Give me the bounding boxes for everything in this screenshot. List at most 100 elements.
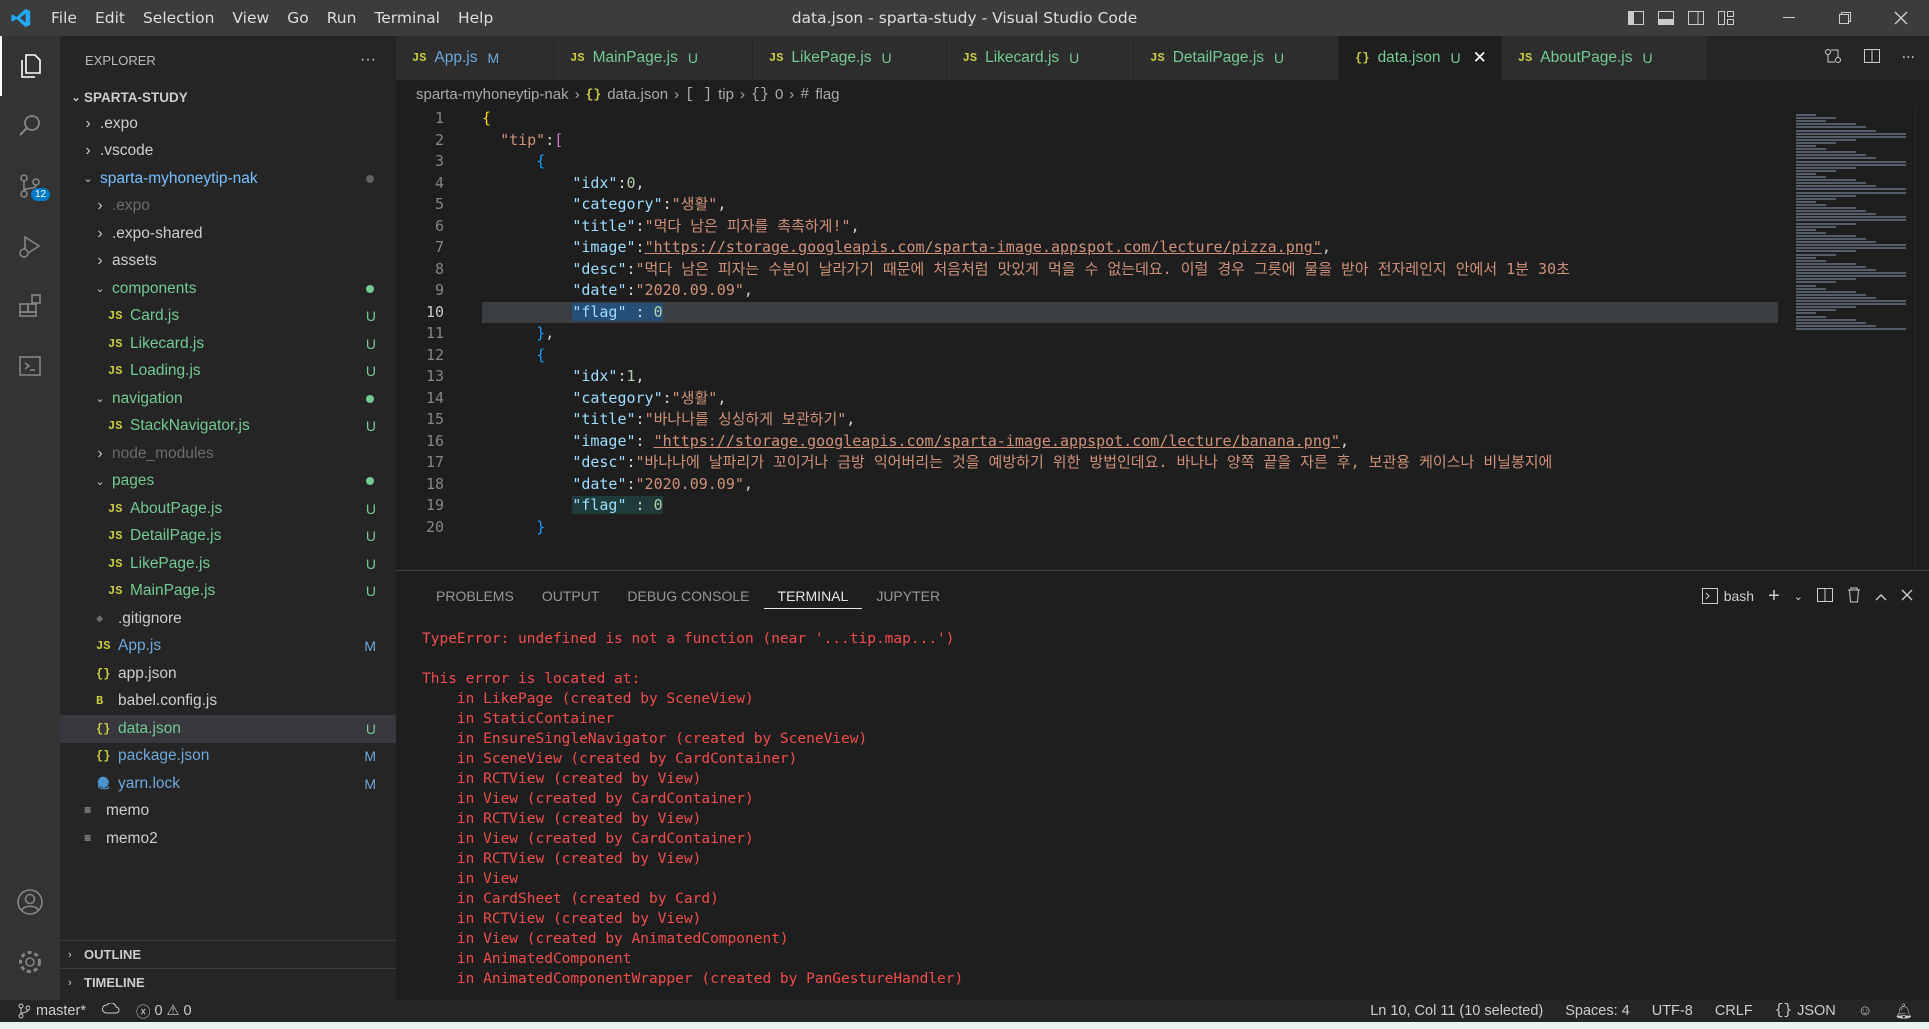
code-editor[interactable]: 1 2 3 4 5 6 7 8 9 10 11 12 13 14 15 16 17 18 19 20 { "tip":… — [396, 108, 1929, 570]
file-item[interactable]: JS LikePage.js U — [60, 550, 396, 578]
trash-icon[interactable] — [1847, 587, 1861, 606]
panel-tab-problems[interactable]: PROBLEMS — [422, 571, 528, 621]
menu-edit[interactable]: Edit — [86, 9, 134, 27]
problems-indicator[interactable]: ⓧ 0 ⚠ 0 — [136, 1001, 192, 1022]
folder-item[interactable]: ⌄ navigation — [60, 385, 396, 413]
file-item[interactable]: ◆ .gitignore — [60, 605, 396, 633]
menu-run[interactable]: Run — [318, 9, 366, 27]
branch-indicator[interactable]: master* — [18, 1003, 86, 1019]
menu-help[interactable]: Help — [449, 9, 502, 27]
maximize-panel-icon[interactable] — [1875, 588, 1887, 604]
editor-tab[interactable]: JS App.js M — [396, 36, 555, 80]
explorer-icon[interactable] — [0, 36, 60, 96]
file-item[interactable]: Bbabel.config.js — [60, 688, 396, 716]
compare-changes-icon[interactable] — [1824, 48, 1842, 68]
file-item[interactable]: JS DetailPage.js U — [60, 523, 396, 551]
editor-tab[interactable]: JS Likecard.js U — [946, 36, 1135, 80]
editor-tab[interactable]: JS LikePage.js U — [753, 36, 947, 80]
more-actions-icon[interactable]: ··· — [1902, 50, 1915, 66]
folder-item[interactable]: › .expo — [60, 193, 396, 221]
menu-go[interactable]: Go — [278, 9, 318, 27]
file-item[interactable]: ≡ memo — [60, 798, 396, 826]
file-item[interactable]: JS AboutPage.js U — [60, 495, 396, 523]
folder-item[interactable]: › .expo — [60, 110, 396, 138]
terminal-output[interactable]: TypeError: undefined is not a function (… — [422, 629, 963, 989]
extensions-icon[interactable] — [0, 276, 60, 336]
file-item[interactable]: JS Loading.js U — [60, 358, 396, 386]
folder-item[interactable]: › .expo-shared — [60, 220, 396, 248]
breadcrumb-file[interactable]: data.json — [607, 86, 668, 103]
remote-explorer-icon[interactable] — [0, 336, 60, 396]
breadcrumb-array[interactable]: tip — [718, 86, 734, 103]
file-item[interactable]: JS Likecard.js U — [60, 330, 396, 358]
new-terminal-icon[interactable]: + — [1768, 585, 1780, 608]
breadcrumb-key[interactable]: flag — [815, 86, 839, 103]
explorer-more-actions[interactable]: ··· — [360, 51, 376, 69]
menu-terminal[interactable]: Terminal — [365, 9, 449, 27]
close-tab-icon[interactable]: ✕ — [1473, 48, 1487, 68]
editor-tab[interactable]: JS DetailPage.js U — [1134, 36, 1340, 80]
panel-tab-debug-console[interactable]: DEBUG CONSOLE — [613, 571, 763, 621]
minimap-line — [1796, 312, 1816, 315]
timeline-section[interactable]: › TIMELINE — [60, 968, 396, 996]
editor-tab[interactable]: {} data.json U ✕ — [1339, 36, 1502, 80]
outline-section[interactable]: › OUTLINE — [60, 940, 396, 968]
file-item[interactable]: {} app.json — [60, 660, 396, 688]
notifications-bell-icon[interactable]: 🔔︎ — [1895, 1003, 1913, 1020]
panel-tab-output[interactable]: OUTPUT — [528, 571, 614, 621]
menu-view[interactable]: View — [223, 9, 278, 27]
menu-selection[interactable]: Selection — [134, 9, 223, 27]
split-editor-icon[interactable] — [1863, 49, 1880, 67]
file-item[interactable]: {} package.json M — [60, 743, 396, 771]
language-mode[interactable]: {} JSON — [1775, 1003, 1836, 1019]
file-item[interactable]: JS StackNavigator.js U — [60, 413, 396, 441]
run-debug-icon[interactable] — [0, 216, 60, 276]
file-item[interactable]: ≡ memo2 — [60, 825, 396, 853]
source-control-icon[interactable]: 12 — [0, 156, 60, 216]
indentation[interactable]: Spaces: 4 — [1565, 1003, 1630, 1019]
folder-item[interactable]: ⌄ sparta-myhoneytip-nak — [60, 165, 396, 193]
file-item[interactable]: JS App.js M — [60, 633, 396, 661]
cursor-position[interactable]: Ln 10, Col 11 (10 selected) — [1370, 1003, 1543, 1019]
file-item[interactable]: JS Card.js U — [60, 303, 396, 331]
editor-scrollbar[interactable] — [1915, 108, 1929, 570]
encoding[interactable]: UTF-8 — [1652, 1003, 1693, 1019]
minimap[interactable] — [1788, 108, 1913, 570]
workspace-root[interactable]: ⌄ SPARTA-STUDY — [60, 84, 396, 110]
folder-item[interactable]: ⌄ pages — [60, 468, 396, 496]
minimize-icon[interactable] — [1761, 0, 1817, 36]
toggle-panel-icon[interactable] — [1651, 0, 1681, 36]
file-item[interactable]: JS MainPage.js U — [60, 578, 396, 606]
code-link[interactable]: "https://storage.googleapis.com/sparta-i… — [645, 238, 1322, 256]
customize-layout-icon[interactable] — [1711, 0, 1741, 36]
panel-tab-terminal[interactable]: TERMINAL — [763, 583, 863, 609]
menu-file[interactable]: File — [42, 9, 86, 27]
toggle-sidebar-icon[interactable] — [1621, 0, 1651, 36]
file-item[interactable]: {} data.json U — [60, 715, 396, 743]
split-terminal-icon[interactable] — [1817, 587, 1833, 605]
breadcrumb-object[interactable]: 0 — [775, 86, 783, 103]
terminal-shell-selector[interactable]: bash — [1701, 588, 1754, 604]
line-ending[interactable]: CRLF — [1715, 1003, 1753, 1019]
code-content[interactable]: { "tip":[ { "idx":0, "category":"생활", "t… — [482, 108, 1778, 538]
settings-gear-icon[interactable] — [0, 932, 60, 992]
folder-item[interactable]: ⌄ components — [60, 275, 396, 303]
search-icon[interactable] — [0, 96, 60, 156]
folder-item[interactable]: › .vscode — [60, 138, 396, 166]
feedback-icon[interactable]: ☺ — [1858, 1003, 1873, 1019]
accounts-icon[interactable] — [0, 872, 60, 932]
restore-icon[interactable] — [1817, 0, 1873, 36]
breadcrumb-folder[interactable]: sparta-myhoneytip-nak — [416, 86, 569, 103]
editor-tab[interactable]: JS MainPage.js U — [554, 36, 753, 80]
folder-item[interactable]: › assets — [60, 248, 396, 276]
code-link[interactable]: "https://storage.googleapis.com/sparta-i… — [654, 432, 1340, 450]
editor-tab[interactable]: JS AboutPage.js U — [1501, 36, 1708, 80]
close-panel-icon[interactable] — [1901, 588, 1913, 604]
sync-icon[interactable] — [101, 1002, 120, 1019]
toggle-secondary-sidebar-icon[interactable] — [1681, 0, 1711, 36]
chevron-down-icon[interactable]: ⌄ — [1794, 590, 1803, 603]
panel-tab-jupyter[interactable]: JUPYTER — [862, 571, 954, 621]
close-window-icon[interactable] — [1873, 0, 1929, 36]
folder-item[interactable]: › node_modules — [60, 440, 396, 468]
file-item[interactable]: 🧶︎ yarn.lock M — [60, 770, 396, 798]
